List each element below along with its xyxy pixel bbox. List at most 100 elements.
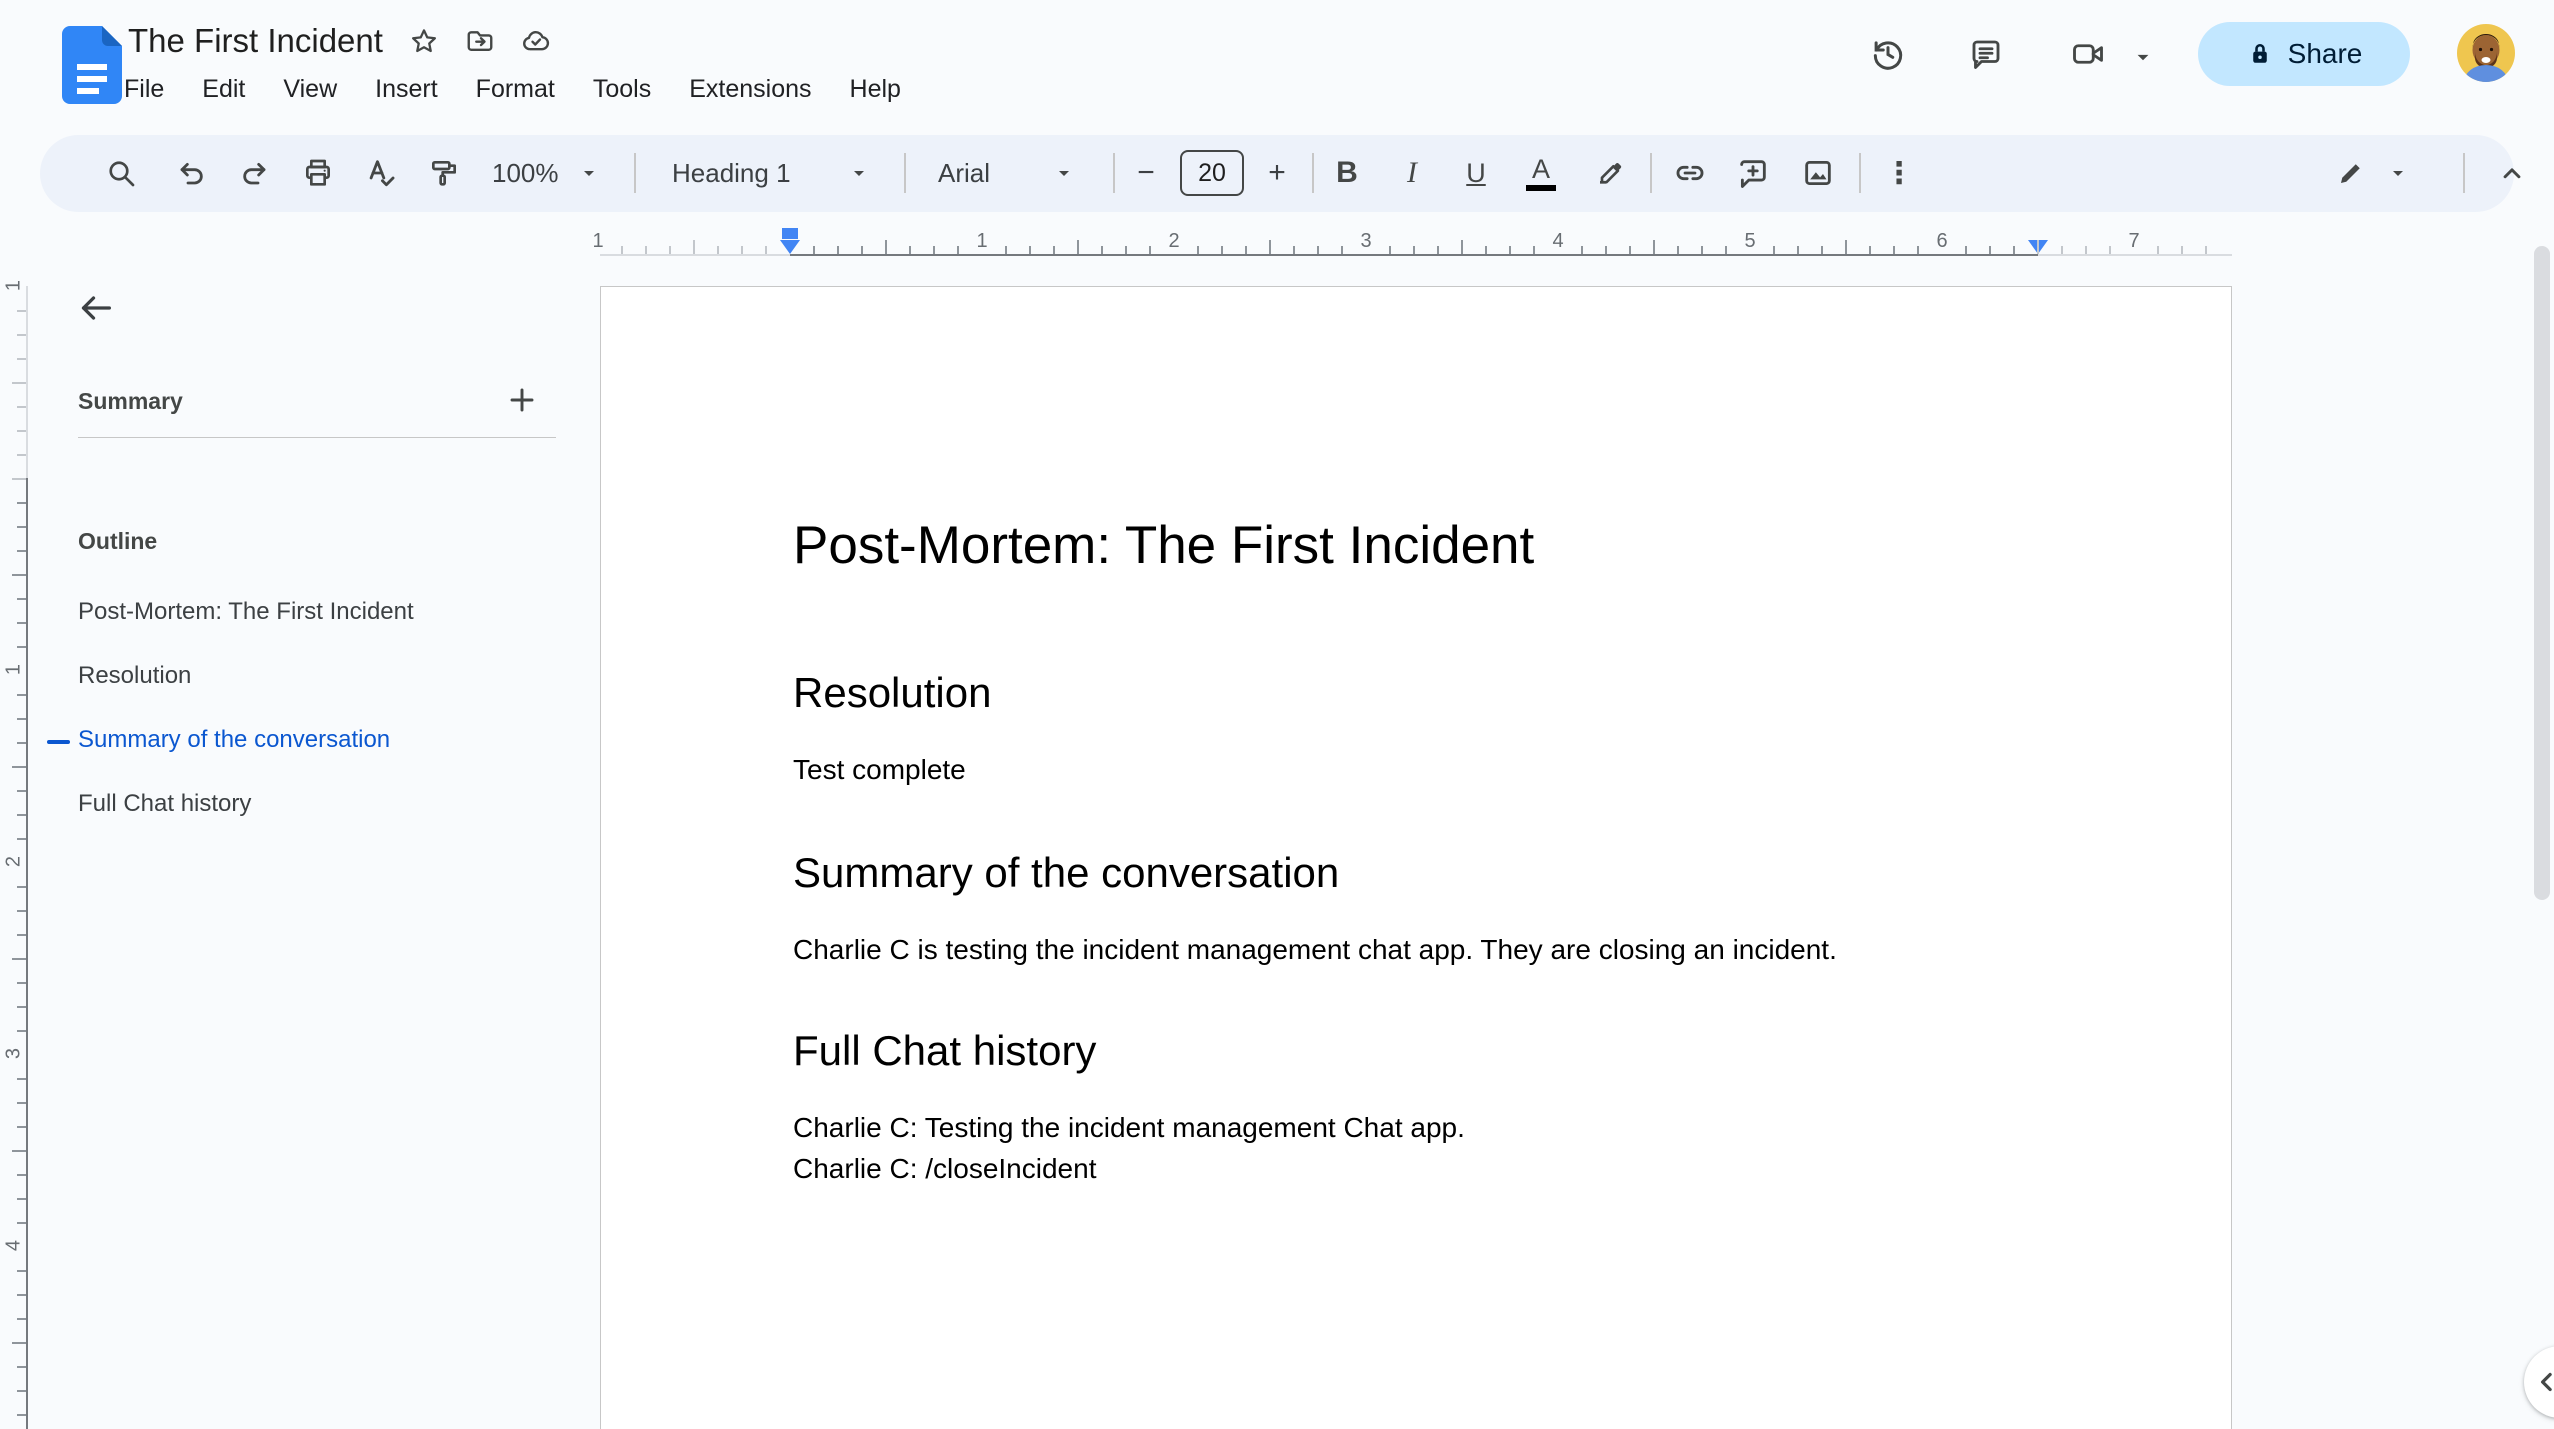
menu-help[interactable]: Help bbox=[838, 70, 913, 109]
comments-icon[interactable] bbox=[1958, 26, 2014, 82]
menu-extensions[interactable]: Extensions bbox=[677, 70, 823, 109]
paragraph-style-value: Heading 1 bbox=[672, 157, 791, 188]
doc-paragraph[interactable]: Charlie C is testing the incident manage… bbox=[793, 929, 1837, 970]
toolbar-divider bbox=[1650, 153, 1652, 193]
menu-insert[interactable]: Insert bbox=[363, 70, 450, 109]
move-to-folder-icon[interactable] bbox=[465, 26, 495, 56]
editing-mode-select[interactable] bbox=[2336, 145, 2410, 201]
menu-tools[interactable]: Tools bbox=[581, 70, 663, 109]
ruler-number: 5 bbox=[1744, 230, 1756, 252]
doc-paragraph[interactable]: Charlie C: Testing the incident manageme… bbox=[793, 1107, 1465, 1148]
increase-font-size-button[interactable]: + bbox=[1249, 145, 1305, 201]
zoom-value: 100% bbox=[492, 157, 559, 188]
outline-item-active[interactable]: Summary of the conversation bbox=[78, 726, 548, 754]
print-icon[interactable] bbox=[290, 145, 346, 201]
doc-heading-1[interactable]: Post-Mortem: The First Incident bbox=[793, 515, 1534, 576]
outline-item[interactable]: Post-Mortem: The First Incident bbox=[78, 598, 548, 626]
editing-dropdown-arrow-icon bbox=[2393, 171, 2403, 176]
paragraph-style-select[interactable]: Heading 1 bbox=[672, 145, 871, 201]
first-line-indent-marker[interactable] bbox=[780, 240, 800, 254]
ruler-number: 2 bbox=[1168, 230, 1180, 252]
menu-file[interactable]: File bbox=[112, 70, 176, 109]
lock-icon bbox=[2252, 43, 2267, 63]
add-summary-button[interactable] bbox=[496, 374, 548, 426]
zoom-select[interactable]: 100% bbox=[492, 145, 601, 201]
star-icon[interactable] bbox=[409, 26, 439, 56]
summary-label: Summary bbox=[78, 388, 183, 414]
document-page[interactable]: Post-Mortem: The First Incident Resoluti… bbox=[600, 286, 2232, 1429]
toolbar-divider bbox=[1859, 153, 1861, 193]
ruler-number: 1 bbox=[976, 230, 988, 252]
toolbar-divider bbox=[2463, 153, 2465, 193]
menu-view[interactable]: View bbox=[271, 70, 349, 109]
active-outline-indicator bbox=[47, 740, 70, 744]
ruler-number: 7 bbox=[2128, 230, 2140, 252]
back-arrow-icon bbox=[81, 296, 112, 320]
ruler-number: 3 bbox=[1360, 230, 1372, 252]
undo-icon[interactable] bbox=[164, 145, 220, 201]
toolbar-divider bbox=[634, 153, 636, 193]
menu-edit[interactable]: Edit bbox=[190, 70, 257, 109]
ruler-number: 6 bbox=[1936, 230, 1948, 252]
ruler-number: 3 bbox=[2, 1047, 25, 1060]
outline-label: Outline bbox=[78, 528, 158, 554]
ruler-number: 1 bbox=[592, 230, 604, 252]
font-value: Arial bbox=[938, 157, 991, 188]
ruler-text-line bbox=[790, 254, 2038, 256]
outline-item[interactable]: Resolution bbox=[78, 662, 548, 690]
app-header: The First Incident File Edit View Insert… bbox=[0, 0, 2554, 130]
italic-button[interactable]: I bbox=[1384, 145, 1440, 201]
add-comment-icon[interactable] bbox=[1725, 145, 1781, 201]
share-button[interactable]: Share bbox=[2198, 22, 2410, 86]
spelling-check-icon[interactable] bbox=[353, 145, 409, 201]
doc-paragraph[interactable]: Charlie C: /closeIncident bbox=[793, 1148, 1096, 1189]
menu-bar: File Edit View Insert Format Tools Exten… bbox=[112, 70, 913, 109]
doc-heading-chat-history[interactable]: Full Chat history bbox=[793, 1027, 1096, 1075]
doc-heading-summary[interactable]: Summary of the conversation bbox=[793, 849, 1339, 897]
ruler-margin-line bbox=[26, 286, 28, 478]
zoom-dropdown-arrow-icon bbox=[583, 171, 594, 176]
font-size-input[interactable]: 20 bbox=[1180, 150, 1244, 196]
hide-menus-button[interactable] bbox=[2484, 145, 2540, 201]
toolbar-divider bbox=[1113, 153, 1115, 193]
ruler-number: 4 bbox=[2, 1239, 25, 1252]
highlight-color-button[interactable] bbox=[1582, 145, 1638, 201]
insert-image-icon[interactable] bbox=[1790, 145, 1846, 201]
more-options-button[interactable]: ⋮ bbox=[1871, 145, 1927, 201]
redo-icon[interactable] bbox=[226, 145, 282, 201]
outline-item[interactable]: Full Chat history bbox=[78, 790, 548, 818]
doc-heading-resolution[interactable]: Resolution bbox=[793, 669, 991, 717]
menu-format[interactable]: Format bbox=[464, 70, 567, 109]
font-size-value: 20 bbox=[1198, 158, 1226, 187]
search-menus-icon[interactable] bbox=[93, 145, 149, 201]
insert-link-icon[interactable] bbox=[1662, 145, 1718, 201]
decrease-font-size-button[interactable]: − bbox=[1118, 145, 1174, 201]
meet-dropdown-arrow-icon[interactable] bbox=[2130, 44, 2156, 70]
text-color-button[interactable]: A bbox=[1513, 145, 1569, 201]
doc-paragraph[interactable]: Test complete bbox=[793, 749, 966, 790]
plus-icon bbox=[510, 388, 534, 412]
close-outline-button[interactable] bbox=[60, 272, 132, 344]
ruler-margin-line bbox=[2038, 254, 2232, 256]
share-button-label: Share bbox=[2287, 38, 2363, 69]
toolbar: 100% Heading 1 Arial − 20 + B I U A ⋮ bbox=[40, 135, 2521, 212]
underline-button[interactable]: U bbox=[1448, 145, 1504, 201]
ruler-number: 1 bbox=[2, 279, 25, 292]
font-select[interactable]: Arial bbox=[938, 145, 1076, 201]
toolbar-divider bbox=[1312, 153, 1314, 193]
ruler-number: 4 bbox=[1552, 230, 1564, 252]
meet-video-call-icon[interactable] bbox=[2060, 26, 2116, 82]
horizontal-ruler: 1 1 2 3 4 5 6 7 bbox=[592, 228, 2232, 258]
cloud-saved-icon[interactable] bbox=[521, 26, 551, 56]
font-dropdown-arrow-icon bbox=[1059, 171, 1070, 176]
ruler-text-line bbox=[26, 478, 28, 1429]
document-title[interactable]: The First Incident bbox=[128, 22, 383, 60]
version-history-icon[interactable] bbox=[1860, 26, 1916, 82]
vertical-ruler: 1 1 2 3 4 bbox=[0, 280, 30, 1429]
bold-button[interactable]: B bbox=[1319, 145, 1375, 201]
collapse-panel-button[interactable] bbox=[2524, 1346, 2554, 1418]
paint-format-icon[interactable] bbox=[416, 145, 472, 201]
left-indent-marker[interactable] bbox=[782, 228, 798, 239]
vertical-scrollbar-thumb[interactable] bbox=[2534, 246, 2550, 900]
account-avatar[interactable] bbox=[2457, 24, 2515, 82]
